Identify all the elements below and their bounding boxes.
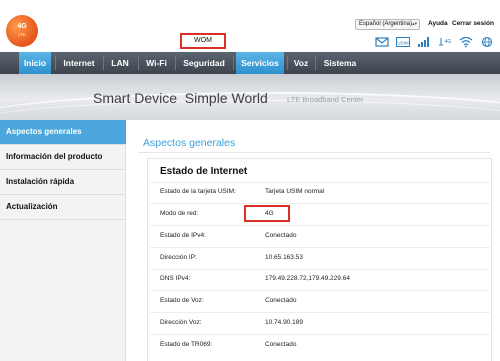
sidebar-item-instalacion-rapida[interactable]: Instalación rápida <box>0 170 126 194</box>
hero-banner: Smart Device Simple World LTE Broadband … <box>0 74 500 120</box>
logo-subtext: LTE <box>18 32 26 37</box>
row-divider <box>150 312 490 313</box>
nav-separator <box>287 56 288 70</box>
usim-text: USIM <box>397 41 409 46</box>
row-value-ip-address: 10.65.163.53 <box>265 254 303 261</box>
row-label-tr069-status: Estado de TR069: <box>160 341 213 348</box>
nav-sistema[interactable]: Sistema <box>318 52 362 74</box>
row-divider <box>150 203 490 204</box>
row-label-usim-status: Estado de la tarjeta USIM: <box>160 188 236 195</box>
signal-bars-icon <box>417 36 431 48</box>
row-divider <box>150 269 490 270</box>
row-value-dns-ipv4: 179.49.228.72,179.49.229.64 <box>265 275 350 282</box>
chevron-updown-icon: ▴▾ <box>411 21 417 27</box>
nav-separator <box>315 56 316 70</box>
settings-globe-icon[interactable] <box>480 36 494 48</box>
sidebar-divider <box>0 219 126 220</box>
sidebar-item-actualizacion[interactable]: Actualización <box>0 195 126 219</box>
row-label-voice-status: Estado de Voz: <box>160 297 204 304</box>
row-divider <box>150 182 490 183</box>
nav-separator <box>233 56 234 70</box>
top-header: 4G LTE WOM Español (Argentina) ▴▾ Ayuda … <box>0 0 500 50</box>
row-divider <box>150 290 490 291</box>
wifi-icon <box>459 36 473 48</box>
help-link[interactable]: Ayuda <box>428 20 448 27</box>
nav-servicios[interactable]: Servicios <box>236 52 284 74</box>
row-label-voice-address: Dirección Voz: <box>160 319 202 326</box>
row-divider <box>150 247 490 248</box>
nav-separator <box>138 56 139 70</box>
row-value-tr069-status: Conectado <box>265 341 297 348</box>
status-icons: USIM 4G <box>375 36 494 48</box>
language-select[interactable]: Español (Argentina) ▴▾ <box>355 19 420 30</box>
nav-inicio[interactable]: Inicio <box>19 52 51 74</box>
usim-icon: USIM <box>396 36 410 48</box>
brand-logo: 4G LTE <box>6 15 38 47</box>
mail-icon[interactable] <box>375 36 389 48</box>
row-divider <box>150 225 490 226</box>
banner-subtitle: LTE Broadband Center <box>287 95 364 104</box>
row-value-usim-status: Tarjeta USIM normal <box>265 188 325 195</box>
logout-link[interactable]: Cerrar sesión <box>452 20 494 27</box>
nav-separator <box>55 56 56 70</box>
sidebar-item-aspectos-generales[interactable]: Aspectos generales <box>0 120 126 144</box>
title-divider <box>138 152 490 153</box>
row-label-dns-ipv4: DNS IPv4: <box>160 275 191 282</box>
panel-title: Estado de Internet <box>160 166 248 177</box>
row-value-voice-address: 10.74.90.189 <box>265 319 303 326</box>
sidebar-item-informacion-producto[interactable]: Información del producto <box>0 145 126 169</box>
nav-voz[interactable]: Voz <box>290 52 312 74</box>
row-value-network-mode: 4G <box>265 210 274 217</box>
nav-seguridad[interactable]: Seguridad <box>178 52 230 74</box>
banner-title: Smart Device Simple World <box>93 90 268 106</box>
row-divider <box>150 334 490 335</box>
main-nav: Inicio Internet LAN Wi-Fi Seguridad Serv… <box>0 52 500 74</box>
nav-separator <box>103 56 104 70</box>
nav-wifi[interactable]: Wi-Fi <box>141 52 172 74</box>
row-label-network-mode: Modo de red: <box>160 210 199 217</box>
nav-internet[interactable]: Internet <box>58 52 100 74</box>
nav-lan[interactable]: LAN <box>106 52 134 74</box>
row-label-ipv4-status: Estado de IPv4: <box>160 232 206 239</box>
nav-separator <box>175 56 176 70</box>
language-select-value: Español (Argentina) <box>359 21 413 27</box>
row-label-ip-address: Dirección IP: <box>160 254 197 261</box>
network-type-text: 4G <box>445 39 452 45</box>
logo-text: 4G <box>17 23 27 30</box>
page-title: Aspectos generales <box>143 137 236 149</box>
row-value-voice-status: Conectado <box>265 297 297 304</box>
row-value-ipv4-status: Conectado <box>265 232 297 239</box>
network-type-icon: 4G <box>438 36 452 48</box>
sidebar: Aspectos generales Información del produ… <box>0 120 126 361</box>
network-name-label: WOM <box>180 33 226 49</box>
